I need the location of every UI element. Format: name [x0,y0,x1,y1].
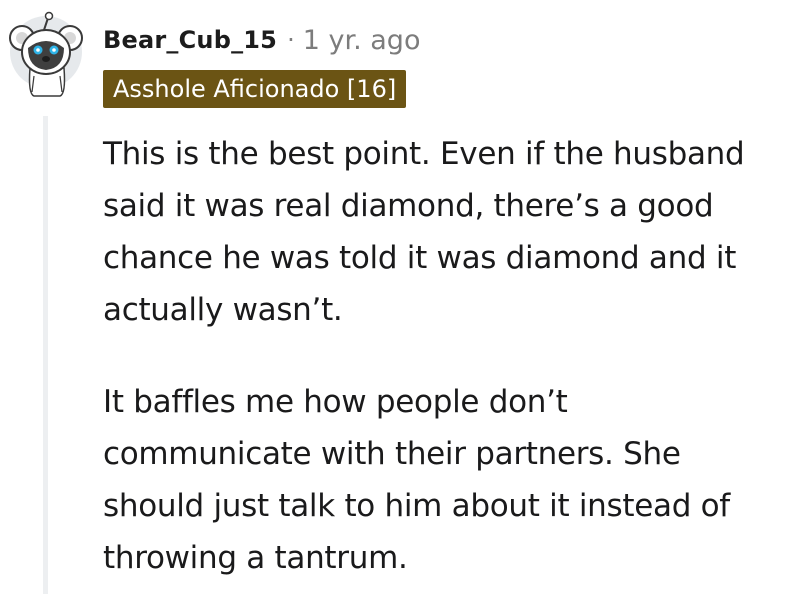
comment: Bear_Cub_15 · 1 yr. ago Asshole Aficiona… [0,0,790,594]
koala-avatar-icon[interactable] [8,6,86,98]
comment-paragraph: It baffles me how people don’t communica… [103,384,730,576]
comment-header: Bear_Cub_15 · 1 yr. ago [103,20,420,60]
comment-body: This is the best point. Even if the husb… [103,128,775,584]
meta-separator: · [287,26,295,54]
comment-paragraph: This is the best point. Even if the husb… [103,136,745,328]
thread-collapse-line[interactable] [43,116,48,594]
timestamp[interactable]: 1 yr. ago [303,25,421,56]
user-flair: Asshole Aficionado [16] [103,70,407,108]
username-link[interactable]: Bear_Cub_15 [103,26,277,54]
